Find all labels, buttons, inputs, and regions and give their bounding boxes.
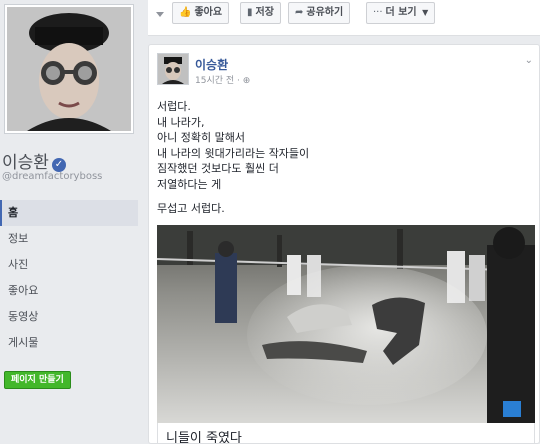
post-action-bar: 👍 좋아요 ▮ 저장 ➦ 공유하기 ··· 더 보기 ▼ <box>148 0 540 36</box>
protest-photo <box>157 225 535 423</box>
more-label: 더 보기 <box>385 7 417 18</box>
post-line: 서럽다. <box>157 100 191 113</box>
save-button[interactable]: ▮ 저장 <box>240 2 281 24</box>
post-link-image[interactable] <box>157 225 535 423</box>
left-column: 이승환 ✓ @dreamfactoryboss 홈 정보 사진 좋아요 동영상 게… <box>0 0 140 444</box>
post-author-avatar[interactable] <box>157 53 189 85</box>
save-label: 저장 <box>255 7 274 18</box>
page-handle[interactable]: @dreamfactoryboss <box>2 171 102 182</box>
post-card: 이승환 15시간 전 · ⊕ ⌄ 서럽다. 내 나라가, 아니 정확히 말해서 … <box>148 44 540 444</box>
post-time-text[interactable]: 15시간 전 · <box>195 76 243 86</box>
nav-item-videos[interactable]: 동영상 <box>0 304 138 330</box>
create-page-button[interactable]: 페이지 만들기 <box>4 371 71 389</box>
bookmark-icon: ▮ <box>247 7 253 18</box>
share-button[interactable]: ➦ 공유하기 <box>288 2 351 24</box>
chevron-down-icon: ▼ <box>422 8 429 17</box>
page-name[interactable]: 이승환 ✓ <box>2 148 66 173</box>
thumbs-up-icon: 👍 <box>179 7 192 18</box>
nav-item-likes[interactable]: 좋아요 <box>0 278 138 304</box>
nav-item-posts[interactable]: 게시물 <box>0 330 138 356</box>
nav-item-home[interactable]: 홈 <box>0 200 138 226</box>
post-options-chevron-icon[interactable]: ⌄ <box>525 55 533 66</box>
nav-item-about[interactable]: 정보 <box>0 226 138 252</box>
avatar-art <box>158 54 188 84</box>
post-line: 아니 정확히 말해서 <box>157 131 245 144</box>
like-button[interactable]: 👍 좋아요 <box>172 2 230 24</box>
link-preview-title[interactable]: 니들이 죽였다 <box>157 423 535 443</box>
post-author-name[interactable]: 이승환 <box>195 56 228 73</box>
caret-down-icon <box>156 12 164 17</box>
more-button[interactable]: ··· 더 보기 ▼ <box>366 2 436 24</box>
post-line: 짐작했던 것보다도 훨씬 더 <box>157 162 279 175</box>
more-dots-icon: ··· <box>373 7 383 18</box>
share-icon: ➦ <box>295 7 304 18</box>
page-name-text[interactable]: 이승환 <box>2 153 49 173</box>
post-line: 내 나라의 윗대가리라는 작자들이 <box>157 146 310 160</box>
share-label: 공유하기 <box>306 7 344 18</box>
profile-picture[interactable] <box>4 4 134 134</box>
page-nav: 홈 정보 사진 좋아요 동영상 게시물 <box>0 200 138 356</box>
post-line: 무섭고 서럽다. <box>157 202 225 215</box>
post-timestamp[interactable]: 15시간 전 · ⊕ <box>195 73 250 86</box>
profile-photo-art <box>7 7 131 131</box>
globe-icon: ⊕ <box>242 76 251 86</box>
nav-item-photos[interactable]: 사진 <box>0 252 138 278</box>
verified-check-icon: ✓ <box>51 158 66 172</box>
like-label: 좋아요 <box>194 7 223 18</box>
post-line: 저열하다는 게 <box>157 177 222 191</box>
post-line: 내 나라가, <box>157 115 205 129</box>
post-body-text: 서럽다. 내 나라가, 아니 정확히 말해서 내 나라의 윗대가리라는 작자들이… <box>157 99 527 217</box>
